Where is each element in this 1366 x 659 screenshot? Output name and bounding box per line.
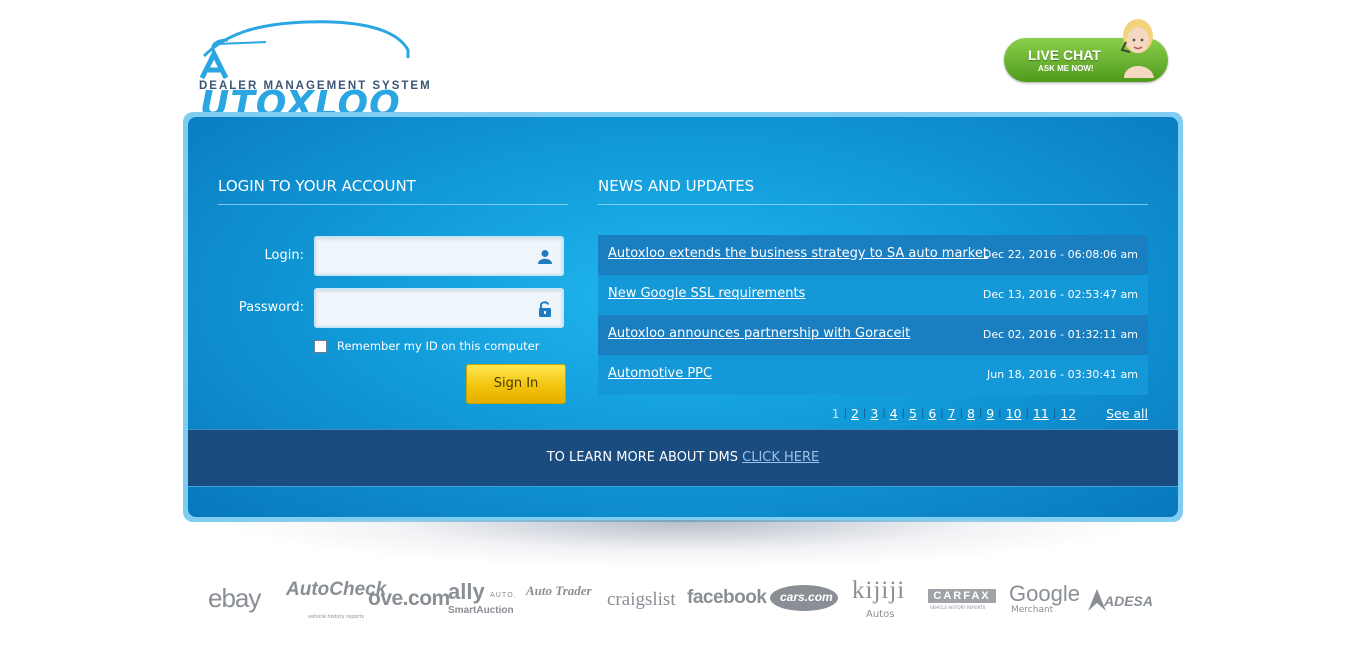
autoxloo-logo[interactable]: UTOXLOO DEALER MANAGEMENT SYSTEM xyxy=(196,14,430,125)
page-separator: | xyxy=(862,408,867,419)
page-separator: | xyxy=(959,408,963,419)
ally-auto-text: AUTO. xyxy=(490,591,517,599)
ally-logo: ally AUTO. SmartAuction xyxy=(448,579,520,623)
kijiji-wordmark: kijiji xyxy=(852,577,906,604)
page-link[interactable]: 10 xyxy=(1006,406,1022,421)
logo-subtitle: DEALER MANAGEMENT SYSTEM xyxy=(199,80,432,92)
craigslist-logo: craigslist xyxy=(607,589,676,610)
page-link[interactable]: 12 xyxy=(1060,406,1076,421)
page-separator: | xyxy=(998,408,1002,419)
page-separator: | xyxy=(1052,408,1057,419)
page-link[interactable]: 6 xyxy=(928,406,936,421)
dms-text: TO LEARN MORE ABOUT DMS xyxy=(546,450,738,465)
page-link[interactable]: 4 xyxy=(890,406,898,421)
partner-logos: ebay AutoCheck vehicle history reports o… xyxy=(0,575,1366,625)
autotrader-logo: Auto Trader xyxy=(526,583,592,598)
page-separator: | xyxy=(920,408,925,419)
news-item-date: Dec 22, 2016 - 06:08:06 am xyxy=(982,248,1138,261)
autocheck-tagline: vehicle history reports xyxy=(308,614,365,620)
ove-logo: ove.com xyxy=(368,587,450,610)
page-link[interactable]: 7 xyxy=(948,406,956,421)
news-item-date: Jun 18, 2016 - 03:30:41 am xyxy=(987,368,1138,381)
password-input[interactable] xyxy=(322,296,526,322)
dms-info-bar: TO LEARN MORE ABOUT DMS CLICK HERE xyxy=(188,429,1178,487)
panel-shadow xyxy=(230,520,1136,568)
carfax-wordmark: CARFAX xyxy=(928,589,996,603)
carfax-tagline: VEHICLE HISTORY REPORTS xyxy=(930,605,986,610)
news-item: New Google SSL requirements Dec 13, 2016… xyxy=(598,275,1148,315)
login-input[interactable] xyxy=(322,244,526,270)
remember-me[interactable]: Remember my ID on this computer xyxy=(314,339,539,353)
news-item: Automotive PPC Jun 18, 2016 - 03:30:41 a… xyxy=(598,355,1148,395)
news-title: NEWS AND UPDATES xyxy=(598,177,755,195)
kijiji-logo: kijiji Autos xyxy=(852,575,916,623)
login-title: LOGIN TO YOUR ACCOUNT xyxy=(218,177,416,195)
news-divider xyxy=(598,204,1148,205)
see-all-link[interactable]: See all xyxy=(1106,406,1148,421)
page-link[interactable]: 9 xyxy=(986,406,994,421)
google-wordmark: Google xyxy=(1009,581,1080,606)
google-merchant-text: Merchant xyxy=(1011,605,1054,615)
news-pagination: 1 | 2 | 3 | 4 | 5 | 6 | 7 | 8 | 9 | 10 | 11 | 12 Se… xyxy=(830,406,1148,421)
news-list: Autoxloo extends the business strategy t… xyxy=(598,235,1148,395)
page-separator: | xyxy=(901,408,905,419)
news-item: Autoxloo extends the business strategy t… xyxy=(598,235,1148,275)
page-link[interactable]: 8 xyxy=(967,406,975,421)
news-item-link[interactable]: Autoxloo extends the business strategy t… xyxy=(608,246,988,261)
remember-checkbox[interactable] xyxy=(314,339,327,353)
news-item-link[interactable]: Autoxloo announces partnership with Gora… xyxy=(608,326,910,341)
login-field[interactable] xyxy=(314,236,564,276)
cars-com-logo: cars.com xyxy=(770,585,838,611)
page-separator: | xyxy=(978,408,983,419)
kijiji-autos: Autos xyxy=(866,609,895,620)
carfax-logo: CARFAX VEHICLE HISTORY REPORTS xyxy=(928,589,996,611)
login-label: Login: xyxy=(264,248,304,263)
support-agent-avatar-icon xyxy=(1120,19,1154,78)
page-link-current: 1 xyxy=(831,406,840,421)
live-chat-title: LIVE CHAT xyxy=(1028,47,1101,63)
ebay-logo: ebay xyxy=(208,583,261,613)
remember-label: Remember my ID on this computer xyxy=(337,339,540,353)
user-icon xyxy=(538,250,552,264)
news-item: Autoxloo announces partnership with Gora… xyxy=(598,315,1148,355)
live-chat-button[interactable]: LIVE CHAT ASK ME NOW! xyxy=(1004,19,1168,82)
page-link[interactable]: 11 xyxy=(1033,406,1049,421)
live-chat-subtitle: ASK ME NOW! xyxy=(1038,64,1094,73)
news-item-date: Dec 02, 2016 - 01:32:11 am xyxy=(982,328,1138,341)
ally-wordmark: ally xyxy=(448,579,485,604)
page-separator: | xyxy=(843,408,847,419)
main-panel: LOGIN TO YOUR ACCOUNT Login: Password: R… xyxy=(188,117,1178,517)
autocheck-logo: AutoCheck vehicle history reports xyxy=(286,579,387,621)
facebook-logo: facebook xyxy=(687,587,767,608)
google-merchant-logo: Google Merchant xyxy=(1009,581,1081,623)
ally-smartauction: SmartAuction xyxy=(448,605,514,616)
page-separator: | xyxy=(940,408,944,419)
page-link[interactable]: 2 xyxy=(851,406,859,421)
dms-click-here-link[interactable]: CLICK HERE xyxy=(742,450,819,465)
password-label: Password: xyxy=(238,300,304,315)
autocheck-wordmark: AutoCheck xyxy=(286,579,387,600)
cars-com-wordmark: cars.com xyxy=(780,590,833,604)
news-item-date: Dec 13, 2016 - 02:53:47 am xyxy=(982,288,1138,301)
page-link[interactable]: 3 xyxy=(870,406,878,421)
adesa-wordmark: ADESA xyxy=(1104,593,1154,609)
password-field[interactable] xyxy=(314,288,564,328)
adesa-logo: ADESA xyxy=(1086,585,1160,615)
news-item-link[interactable]: New Google SSL requirements xyxy=(608,286,805,301)
sign-in-button[interactable]: Sign In xyxy=(466,364,566,404)
page-separator: | xyxy=(882,408,886,419)
unlock-icon xyxy=(539,301,551,317)
page-separator: | xyxy=(1025,408,1029,419)
login-divider xyxy=(218,204,568,205)
news-item-link[interactable]: Automotive PPC xyxy=(608,366,712,381)
page-link[interactable]: 5 xyxy=(909,406,917,421)
logo-a-icon xyxy=(200,50,228,80)
